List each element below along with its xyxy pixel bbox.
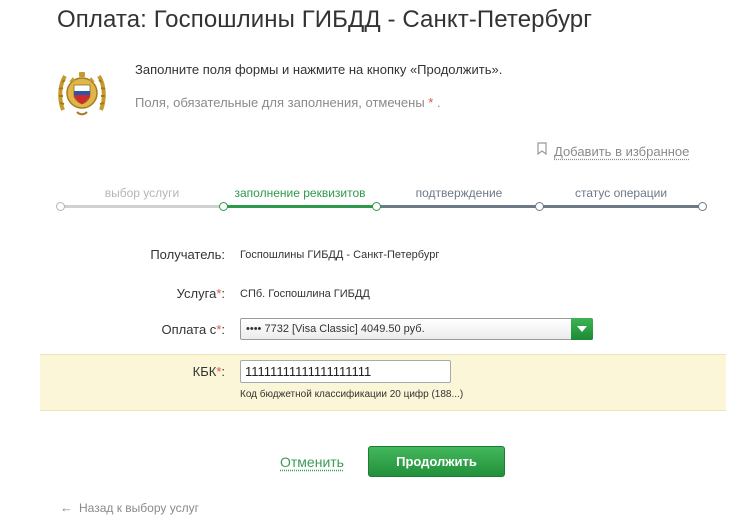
step-dot-1 bbox=[56, 202, 65, 211]
add-to-favorites-label: Добавить в избранное bbox=[554, 143, 690, 159]
step-dot-3 bbox=[372, 202, 381, 211]
chevron-down-icon[interactable] bbox=[571, 318, 593, 340]
instructions-text: Заполните поля формы и нажмите на кнопку… bbox=[135, 62, 503, 77]
kbk-input[interactable] bbox=[240, 360, 451, 383]
kbk-label-text: КБК bbox=[192, 364, 217, 379]
step-track-active bbox=[224, 205, 377, 208]
kbk-label: КБК*: bbox=[193, 364, 225, 379]
back-to-services-link[interactable]: ← Назад к выбору услуг bbox=[60, 500, 199, 515]
kbk-hint: Код бюджетной классификации 20 цифр (188… bbox=[240, 389, 464, 400]
payment-card-selected-value: •••• 7732 [Visa Classic] 4049.50 руб. bbox=[246, 323, 425, 335]
page-title: Оплата: Госпошлины ГИБДД - Санкт-Петербу… bbox=[57, 6, 593, 33]
bookmark-icon bbox=[537, 142, 547, 160]
step-select-service: выбор услуги bbox=[104, 186, 180, 200]
continue-button[interactable]: Продолжить bbox=[368, 446, 505, 477]
add-to-favorites-link[interactable]: Добавить в избранное bbox=[537, 142, 689, 160]
step-fill-details: заполнение реквизитов bbox=[234, 186, 366, 200]
payment-label: Оплата с*: bbox=[161, 322, 225, 337]
arrow-left-icon: ← bbox=[60, 500, 73, 515]
step-confirmation: подтверждение bbox=[415, 186, 503, 200]
step-dot-4 bbox=[535, 202, 544, 211]
back-to-services-label: Назад к выбору услуг bbox=[79, 500, 199, 515]
label-colon: : bbox=[221, 322, 225, 337]
service-value: СПб. Госпошлина ГИБДД bbox=[240, 288, 370, 300]
recipient-label: Получатель: bbox=[150, 247, 225, 262]
required-mark: * bbox=[428, 95, 434, 110]
label-colon: : bbox=[221, 286, 225, 301]
payment-card-select[interactable]: •••• 7732 [Visa Classic] 4049.50 руб. bbox=[240, 318, 593, 340]
progress-steps: выбор услуги заполнение реквизитов подтв… bbox=[56, 182, 711, 216]
required-fields-note: Поля, обязательные для заполнения, отмеч… bbox=[135, 95, 441, 110]
step-dot-5 bbox=[698, 202, 707, 211]
service-label-text: Услуга bbox=[176, 286, 217, 301]
payment-label-text: Оплата с bbox=[161, 322, 217, 337]
required-note-text: Поля, обязательные для заполнения, отмеч… bbox=[135, 95, 425, 110]
label-colon: : bbox=[221, 364, 225, 379]
step-track-done bbox=[60, 205, 224, 208]
step-dot-2 bbox=[219, 202, 228, 211]
gibdd-emblem bbox=[57, 64, 107, 120]
recipient-value: Госпошлины ГИБДД - Санкт-Петербург bbox=[240, 249, 440, 261]
cancel-link[interactable]: Отменить bbox=[280, 454, 344, 470]
required-note-end: . bbox=[436, 95, 441, 110]
step-operation-status: статус операции bbox=[574, 186, 668, 200]
service-label: Услуга*: bbox=[177, 286, 225, 301]
